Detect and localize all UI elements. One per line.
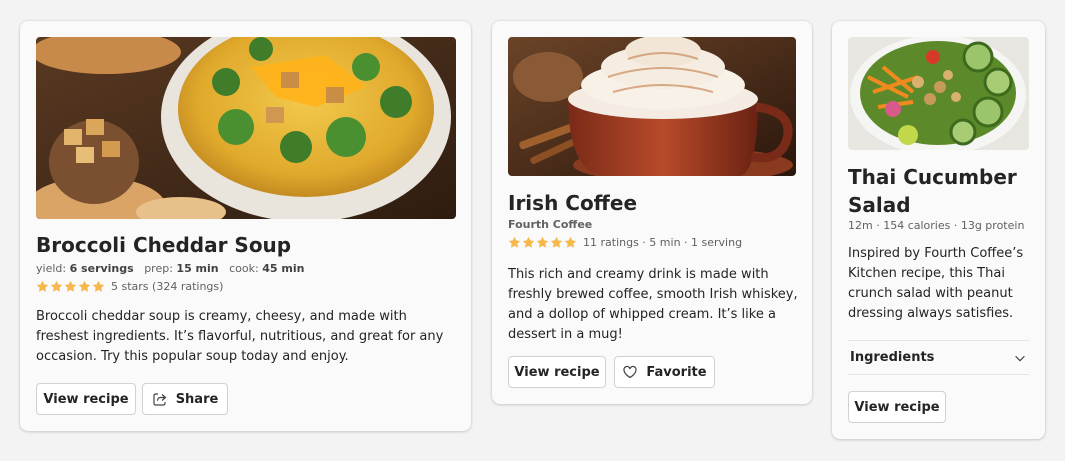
ingredients-label: Ingredients	[850, 350, 935, 365]
star-icon	[50, 280, 63, 293]
recipe-meta: 12m · 154 calories · 13g protein	[848, 219, 1025, 232]
recipe-card-irish-coffee: Irish Coffee Fourth Coffee 11 ratings · …	[492, 21, 812, 404]
irish-coffee-image	[508, 37, 796, 176]
share-label: Share	[175, 391, 219, 407]
heart-icon	[623, 365, 637, 379]
star-icon	[550, 236, 563, 249]
view-recipe-button[interactable]: View recipe	[36, 383, 136, 415]
share-button[interactable]: Share	[142, 383, 228, 415]
star-icon	[36, 280, 49, 293]
recipe-description: Broccoli cheddar soup is creamy, cheesy,…	[36, 309, 444, 364]
recipe-card-broccoli-soup: Broccoli Cheddar Soup yield: 6 servings …	[20, 21, 471, 431]
rating-text: 5 stars (324 ratings)	[111, 280, 224, 293]
favorite-label: Favorite	[646, 364, 707, 380]
ingredients-accordion[interactable]: Ingredients	[848, 341, 1029, 374]
recipe-title: Thai Cucumber Salad	[848, 165, 1017, 217]
star-icon	[536, 236, 549, 249]
recipe-title: Irish Coffee	[508, 191, 638, 215]
favorite-button[interactable]: Favorite	[614, 356, 715, 388]
recipe-description: Inspired by Fourth Coffee’s Kitchen reci…	[848, 246, 1024, 321]
recipe-description: This rich and creamy drink is made with …	[508, 267, 798, 342]
view-recipe-button[interactable]: View recipe	[508, 356, 606, 388]
star-icon	[92, 280, 105, 293]
star-icon	[508, 236, 521, 249]
star-rating	[508, 236, 577, 249]
rating: 11 ratings · 5 min · 1 serving	[508, 236, 742, 249]
star-icon	[78, 280, 91, 293]
recipe-card-thai-salad: Thai Cucumber Salad 12m · 154 calories ·…	[832, 21, 1045, 439]
rating-text: 11 ratings · 5 min · 1 serving	[583, 236, 743, 249]
rating: 5 stars (324 ratings)	[36, 280, 223, 293]
view-recipe-button[interactable]: View recipe	[848, 391, 946, 423]
star-icon	[564, 236, 577, 249]
star-rating	[36, 280, 105, 293]
broccoli-soup-image	[36, 37, 456, 219]
recipe-title: Broccoli Cheddar Soup	[36, 233, 292, 257]
recipe-source: Fourth Coffee	[508, 218, 593, 231]
chevron-down-icon	[1015, 355, 1025, 361]
divider	[848, 374, 1029, 375]
thai-salad-image	[848, 37, 1029, 150]
share-icon	[153, 393, 167, 406]
star-icon	[522, 236, 535, 249]
star-icon	[64, 280, 77, 293]
recipe-meta: yield: 6 servings prep: 15 min cook: 45 …	[36, 262, 305, 275]
